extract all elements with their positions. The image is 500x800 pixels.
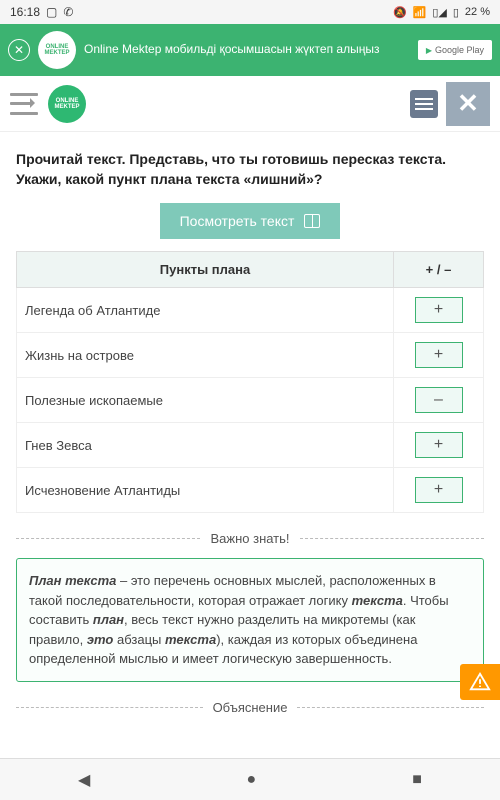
signal-icon: ▯◢ xyxy=(432,6,447,19)
header-logo[interactable]: ONLINE MEKTEP xyxy=(48,85,86,123)
table-row: Жизнь на острове+ xyxy=(17,333,484,378)
question-text: Прочитай текст. Представь, что ты готови… xyxy=(16,150,484,189)
mark-box[interactable]: + xyxy=(415,342,463,368)
menu-icon[interactable] xyxy=(10,93,38,115)
warning-icon xyxy=(469,671,491,693)
close-button[interactable]: ✕ xyxy=(446,82,490,126)
table-row: Исчезновение Атлантиды+ xyxy=(17,468,484,513)
mark-box[interactable]: + xyxy=(415,477,463,503)
battery-icon: ▯ xyxy=(453,6,459,19)
promo-banner: ✕ ONLINE MEKTEP Online Mektep мобильді қ… xyxy=(0,24,500,76)
table-row: Гнев Зевса+ xyxy=(17,423,484,468)
view-text-label: Посмотреть текст xyxy=(180,213,295,229)
col-header-plan: Пункты плана xyxy=(17,252,394,288)
mute-icon: 🔕 xyxy=(393,6,407,19)
mark-box[interactable]: + xyxy=(415,432,463,458)
book-icon xyxy=(304,214,320,228)
table-row: Полезные ископаемые– xyxy=(17,378,484,423)
table-row: Легенда об Атлантиде+ xyxy=(17,288,484,333)
warning-button[interactable] xyxy=(460,664,500,700)
col-header-mark: + / – xyxy=(394,252,484,288)
status-bar: 16:18 ▢ ✆ 🔕 📶 ▯◢ ▯ 22 % xyxy=(0,0,500,24)
info-box: План текста – это перечень основных мысл… xyxy=(16,558,484,682)
app-header: ONLINE MEKTEP ✕ xyxy=(0,76,500,132)
google-play-button[interactable]: Google Play xyxy=(418,40,492,60)
status-time: 16:18 xyxy=(10,5,40,19)
android-nav-bar: ◀ ● ■ xyxy=(0,758,500,800)
divider-explanation: Объяснение xyxy=(16,700,484,715)
plan-table: Пункты плана + / – Легенда об Атлантиде+… xyxy=(16,251,484,513)
promo-logo: ONLINE MEKTEP xyxy=(38,31,76,69)
recent-button[interactable]: ■ xyxy=(412,771,422,789)
promo-close-button[interactable]: ✕ xyxy=(8,39,30,61)
back-button[interactable]: ◀ xyxy=(78,770,90,790)
promo-text: Online Mektep мобильді қосымшасын жүктеп… xyxy=(84,42,410,58)
view-text-button[interactable]: Посмотреть текст xyxy=(160,203,341,239)
mark-box[interactable]: – xyxy=(415,387,463,413)
list-icon[interactable] xyxy=(410,90,438,118)
battery-pct: 22 % xyxy=(465,6,490,18)
home-button[interactable]: ● xyxy=(246,771,256,789)
gallery-icon: ▢ xyxy=(46,5,57,19)
whatsapp-icon: ✆ xyxy=(63,5,73,19)
wifi-icon: 📶 xyxy=(413,6,427,19)
main-content: Прочитай текст. Представь, что ты готови… xyxy=(0,132,500,715)
divider-important: Важно знать! xyxy=(16,531,484,546)
mark-box[interactable]: + xyxy=(415,297,463,323)
